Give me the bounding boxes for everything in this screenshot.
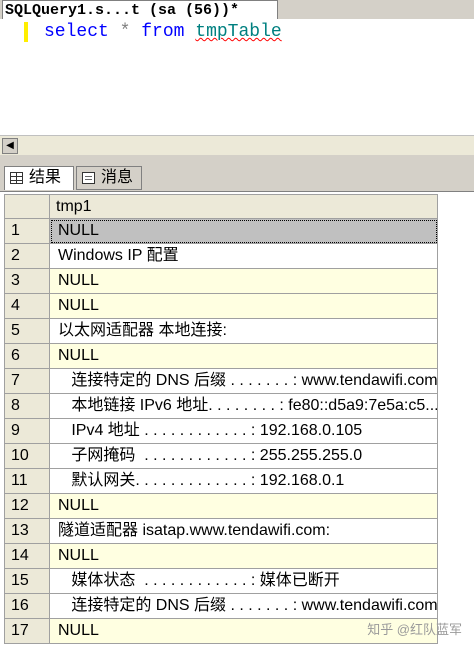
message-icon: [82, 172, 95, 184]
tab-results-label: 结果: [29, 169, 62, 186]
table-row[interactable]: 14 NULL: [4, 544, 438, 569]
modified-line-marker: [24, 22, 28, 42]
row-number[interactable]: 7: [4, 369, 50, 394]
results-grid[interactable]: tmp1 1 NULL 2 Windows IP 配置 3 NULL 4 NULL 5 以太网适配器…: [0, 191, 474, 652]
table-cell[interactable]: NULL: [50, 494, 438, 519]
row-number[interactable]: 12: [4, 494, 50, 519]
tab-messages-label: 消息: [101, 169, 134, 186]
column-header-tmp1[interactable]: tmp1: [50, 194, 438, 219]
query-tab-title[interactable]: SQLQuery1.s...t (sa (56))*: [2, 0, 278, 19]
table-cell[interactable]: 默认网关. . . . . . . . . . . . . : 192.168.…: [50, 469, 438, 494]
watermark: 知乎 @红队蓝军: [367, 622, 462, 637]
scroll-left-icon[interactable]: ◀: [2, 138, 18, 154]
operator-star: *: [119, 22, 131, 42]
table-cell[interactable]: NULL: [50, 344, 438, 369]
table-cell[interactable]: 连接特定的 DNS 后缀 . . . . . . . : www.tendawi…: [50, 594, 438, 619]
table-row[interactable]: 16 连接特定的 DNS 后缀 . . . . . . . : www.tend…: [4, 594, 438, 619]
table-cell[interactable]: 隧道适配器 isatap.www.tendawifi.com:: [50, 519, 438, 544]
table-row[interactable]: 10 子网掩码 . . . . . . . . . . . . : 255.25…: [4, 444, 438, 469]
row-number[interactable]: 3: [4, 269, 50, 294]
row-number[interactable]: 2: [4, 244, 50, 269]
editor-horizontal-scrollbar[interactable]: ◀: [0, 135, 474, 156]
table-cell[interactable]: 本地链接 IPv6 地址. . . . . . . . : fe80::d5a9…: [50, 394, 438, 419]
row-number[interactable]: 6: [4, 344, 50, 369]
table-row[interactable]: 12 NULL: [4, 494, 438, 519]
grid-icon: [10, 172, 23, 184]
row-number[interactable]: 10: [4, 444, 50, 469]
table-row[interactable]: 13 隧道适配器 isatap.www.tendawifi.com:: [4, 519, 438, 544]
table-cell[interactable]: NULL: [50, 219, 438, 244]
row-number[interactable]: 9: [4, 419, 50, 444]
grid-header-row: tmp1: [4, 194, 438, 219]
row-number[interactable]: 13: [4, 519, 50, 544]
table-cell[interactable]: 媒体状态 . . . . . . . . . . . . : 媒体已断开: [50, 569, 438, 594]
tab-results[interactable]: 结果: [4, 166, 74, 190]
row-number[interactable]: 5: [4, 319, 50, 344]
row-number[interactable]: 15: [4, 569, 50, 594]
sql-editor[interactable]: select * from tmpTable: [0, 19, 474, 135]
table-row[interactable]: 3 NULL: [4, 269, 438, 294]
keyword-from: from: [141, 22, 185, 42]
table-row[interactable]: 2 Windows IP 配置: [4, 244, 438, 269]
row-number[interactable]: 17: [4, 619, 50, 644]
table-cell[interactable]: 连接特定的 DNS 后缀 . . . . . . . : www.tendawi…: [50, 369, 438, 394]
pane-splitter[interactable]: [0, 155, 474, 165]
table-cell[interactable]: 以太网适配器 本地连接:: [50, 319, 438, 344]
row-number[interactable]: 4: [4, 294, 50, 319]
keyword-select: select: [44, 22, 109, 42]
row-number[interactable]: 11: [4, 469, 50, 494]
row-number[interactable]: 16: [4, 594, 50, 619]
row-header-corner[interactable]: [4, 194, 50, 219]
sql-line-1[interactable]: select * from tmpTable: [44, 21, 282, 43]
table-row[interactable]: 15 媒体状态 . . . . . . . . . . . . : 媒体已断开: [4, 569, 438, 594]
table-cell[interactable]: NULL: [50, 269, 438, 294]
table-row[interactable]: 4 NULL: [4, 294, 438, 319]
table-cell[interactable]: 子网掩码 . . . . . . . . . . . . : 255.255.2…: [50, 444, 438, 469]
table-cell[interactable]: NULL: [50, 294, 438, 319]
table-cell[interactable]: IPv4 地址 . . . . . . . . . . . . : 192.16…: [50, 419, 438, 444]
table-row[interactable]: 7 连接特定的 DNS 后缀 . . . . . . . : www.tenda…: [4, 369, 438, 394]
table-cell[interactable]: Windows IP 配置: [50, 244, 438, 269]
table-row[interactable]: 9 IPv4 地址 . . . . . . . . . . . . : 192.…: [4, 419, 438, 444]
table-row[interactable]: 6 NULL: [4, 344, 438, 369]
row-number[interactable]: 8: [4, 394, 50, 419]
table-cell[interactable]: NULL: [50, 544, 438, 569]
row-number[interactable]: 14: [4, 544, 50, 569]
tab-messages[interactable]: 消息: [76, 166, 142, 190]
row-number[interactable]: 1: [4, 219, 50, 244]
table-row[interactable]: 1 NULL: [4, 219, 438, 244]
result-tabs: 结果 消息: [0, 165, 474, 191]
table-row[interactable]: 5 以太网适配器 本地连接:: [4, 319, 438, 344]
query-tab-bar: SQLQuery1.s...t (sa (56))*: [0, 0, 474, 20]
table-row[interactable]: 11 默认网关. . . . . . . . . . . . . : 192.1…: [4, 469, 438, 494]
table-name: tmpTable: [195, 22, 282, 42]
table-row[interactable]: 8 本地链接 IPv6 地址. . . . . . . . : fe80::d5…: [4, 394, 438, 419]
